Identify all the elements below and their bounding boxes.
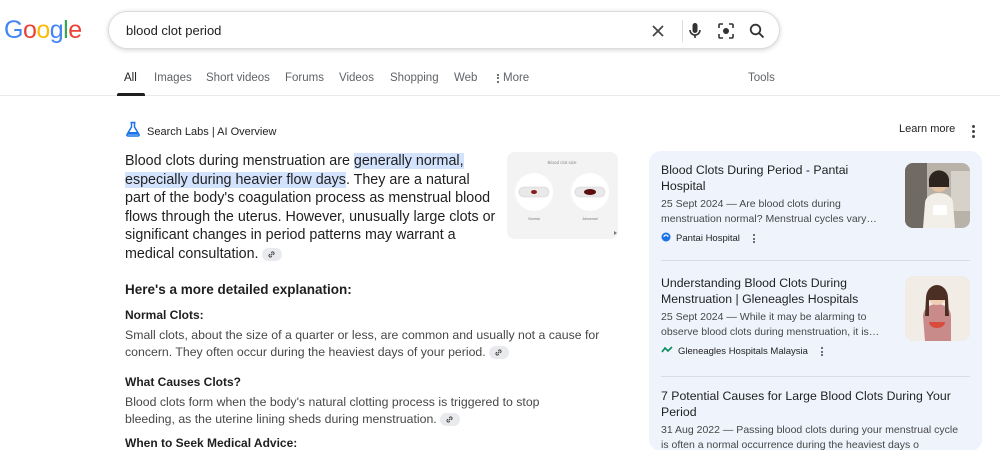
what-causes-heading: What Causes Clots?	[125, 375, 242, 389]
mic-icon[interactable]	[685, 21, 705, 41]
source-menu-icon[interactable]	[752, 234, 755, 243]
google-logo[interactable]: Google	[4, 16, 82, 45]
source-title[interactable]: Blood Clots During Period - Pantai Hospi…	[661, 163, 893, 194]
medical-advice-heading: When to Seek Medical Advice:	[125, 436, 298, 450]
tab-videos[interactable]: Videos	[339, 72, 374, 84]
overview-paragraph: Blood clots during menstruation are gene…	[125, 152, 497, 264]
flask-icon	[125, 121, 141, 142]
logo-letter: G	[4, 16, 23, 44]
source-site[interactable]: Pantai Hospital	[661, 232, 893, 245]
tab-short-videos[interactable]: Short videos	[206, 72, 270, 84]
search-input[interactable]: blood clot period	[126, 23, 221, 38]
ai-overview-header: Search Labs | AI Overview	[125, 121, 276, 142]
what-causes-body: Blood clots form when the body's natural…	[125, 395, 540, 426]
source-divider	[661, 376, 970, 377]
what-causes-text: Blood clots form when the body's natural…	[125, 394, 585, 428]
source-thumbnail[interactable]	[905, 276, 970, 341]
learn-more-link[interactable]: Learn more	[899, 123, 955, 135]
tab-shopping[interactable]: Shopping	[390, 72, 439, 84]
logo-letter: o	[36, 16, 50, 44]
source-snippet: 31 Aug 2022 — Passing blood clots during…	[661, 424, 959, 450]
normal-clots-heading: Normal Clots:	[125, 308, 204, 322]
normal-clots-text: Small clots, about the size of a quarter…	[125, 327, 625, 361]
logo-letter: e	[68, 16, 82, 44]
source-card-gleneagles[interactable]: Understanding Blood Clots During Menstru…	[661, 276, 893, 358]
active-tab-indicator	[117, 93, 145, 96]
normal-clots-body: Small clots, about the size of a quarter…	[125, 328, 600, 359]
source-card-causes[interactable]: 7 Potential Causes for Large Blood Clots…	[661, 389, 966, 450]
tab-more[interactable]: More	[497, 72, 529, 84]
source-link-icon[interactable]	[261, 247, 282, 261]
tab-forums[interactable]: Forums	[285, 72, 324, 84]
search-icon[interactable]	[747, 21, 767, 41]
source-site-name: Pantai Hospital	[676, 233, 740, 244]
source-snippet: 25 Sept 2024 — Are blood clots during me…	[661, 198, 877, 225]
lens-icon[interactable]	[716, 21, 736, 41]
overview-menu-icon[interactable]	[972, 125, 975, 138]
source-snippet: 25 Sept 2024 — While it may be alarming …	[661, 311, 880, 338]
logo-letter: g	[49, 16, 64, 44]
source-title[interactable]: 7 Potential Causes for Large Blood Clots…	[661, 389, 966, 420]
tools-button[interactable]: Tools	[748, 72, 775, 84]
image-next-icon[interactable]	[614, 231, 617, 235]
site-favicon-icon	[661, 232, 671, 245]
site-favicon-icon	[661, 345, 673, 358]
source-menu-icon[interactable]	[820, 347, 823, 356]
image-label-abnormal: Abnormal	[583, 217, 598, 221]
more-dots-icon	[497, 73, 499, 83]
image-label-normal: Normal	[528, 217, 540, 221]
blood-clot-size-image[interactable]: Blood clot size Normal Abnormal	[507, 152, 618, 239]
source-divider	[661, 260, 970, 261]
search-divider	[682, 20, 683, 42]
tab-more-label: More	[503, 72, 530, 84]
tab-images[interactable]: Images	[154, 72, 192, 84]
tab-all[interactable]: All	[124, 72, 137, 84]
source-site-name: Gleneagles Hospitals Malaysia	[678, 346, 808, 357]
source-link-icon[interactable]	[488, 346, 509, 360]
ai-overview-title: Search Labs | AI Overview	[147, 125, 277, 138]
source-card-pantai[interactable]: Blood Clots During Period - Pantai Hospi…	[661, 163, 893, 245]
section-heading: Here's a more detailed explanation:	[125, 282, 352, 297]
intro-text: Blood clots during menstruation are	[125, 153, 354, 169]
source-site[interactable]: Gleneagles Hospitals Malaysia	[661, 345, 893, 358]
logo-letter: o	[22, 16, 37, 44]
search-box[interactable]: blood clot period	[108, 11, 780, 49]
source-thumbnail[interactable]	[905, 163, 970, 228]
tab-web[interactable]: Web	[454, 72, 477, 84]
source-link-icon[interactable]	[439, 413, 460, 427]
close-icon[interactable]	[648, 21, 668, 41]
source-title[interactable]: Understanding Blood Clots During Menstru…	[661, 276, 893, 307]
search-tabs: All Images Short videos Forums Videos Sh…	[0, 66, 1000, 96]
image-caption: Blood clot size	[547, 160, 577, 165]
